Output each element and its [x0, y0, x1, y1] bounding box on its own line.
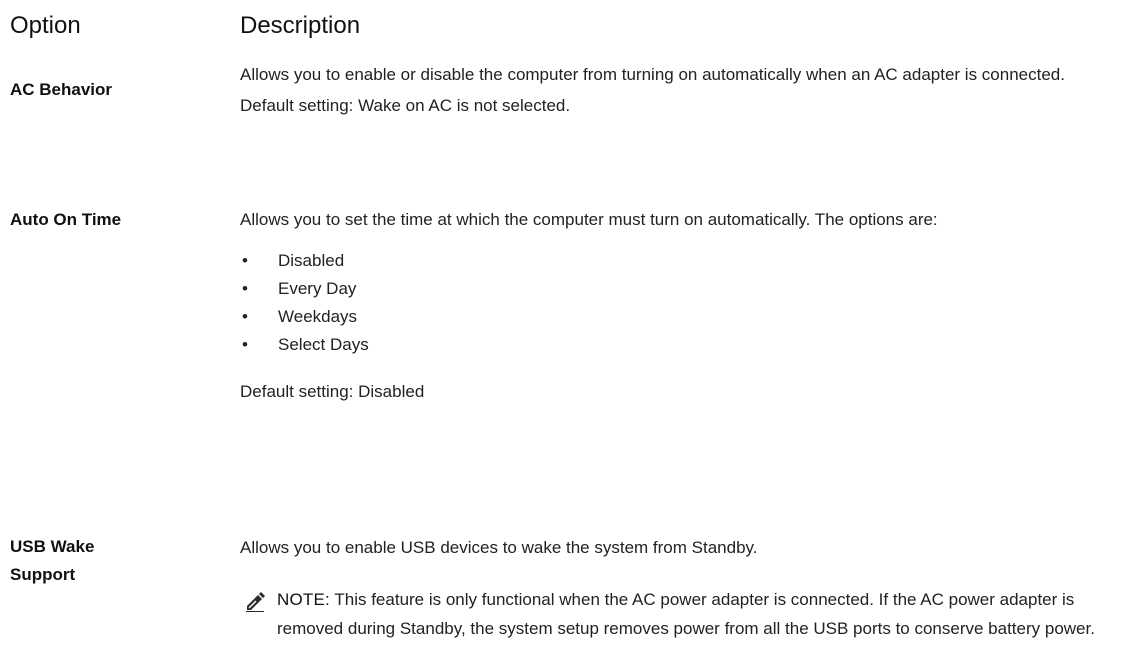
list-item-label: Weekdays: [278, 307, 358, 326]
option-label-line1: USB Wake: [10, 537, 95, 556]
list-item: • Disabled: [240, 247, 1140, 275]
description-ac-behavior: Allows you to enable or disable the comp…: [240, 58, 1140, 121]
bullet-icon: •: [242, 335, 248, 354]
description-text: Allows you to set the time at which the …: [240, 210, 938, 229]
option-auto-on-time: Auto On Time: [10, 210, 122, 229]
note-body: This feature is only functional when the…: [277, 590, 1095, 638]
note-text: NOTE: This feature is only functional wh…: [277, 585, 1140, 643]
option-usb-wake-support: USB Wake Support: [10, 533, 94, 589]
bullet-icon: •: [242, 279, 248, 298]
default-setting: Default setting: Disabled: [240, 382, 425, 401]
pencil-note-icon: [246, 592, 265, 612]
list-item-label: Disabled: [278, 251, 345, 270]
list-item: • Every Day: [240, 275, 1140, 303]
note-label: NOTE:: [277, 590, 330, 609]
bullet-icon: •: [242, 251, 248, 270]
description-text: Allows you to enable USB devices to wake…: [240, 538, 758, 557]
description-text: Allows you to enable or disable the comp…: [240, 65, 1065, 84]
list-item: • Weekdays: [240, 303, 1140, 331]
list-item: • Select Days: [240, 331, 1140, 359]
column-header-description: Description: [240, 12, 361, 39]
description-usb-wake-support: Allows you to enable USB devices to wake…: [240, 533, 1140, 563]
bullet-icon: •: [242, 307, 248, 326]
note-box: NOTE: This feature is only functional wh…: [240, 585, 1140, 643]
list-item-label: Select Days: [278, 335, 369, 354]
options-list: • Disabled • Every Day • Weekdays • Select D…: [240, 247, 1140, 359]
default-setting: Default setting: Wake on AC is not selec…: [240, 96, 571, 115]
option-label-line2: Support: [10, 565, 76, 584]
column-header-option: Option: [10, 12, 81, 39]
list-item-label: Every Day: [278, 279, 357, 298]
description-auto-on-time: Allows you to set the time at which the …: [240, 205, 1140, 407]
option-ac-behavior: AC Behavior: [10, 80, 113, 99]
options-table: Option Description AC Behavior Allows yo…: [0, 0, 1147, 668]
